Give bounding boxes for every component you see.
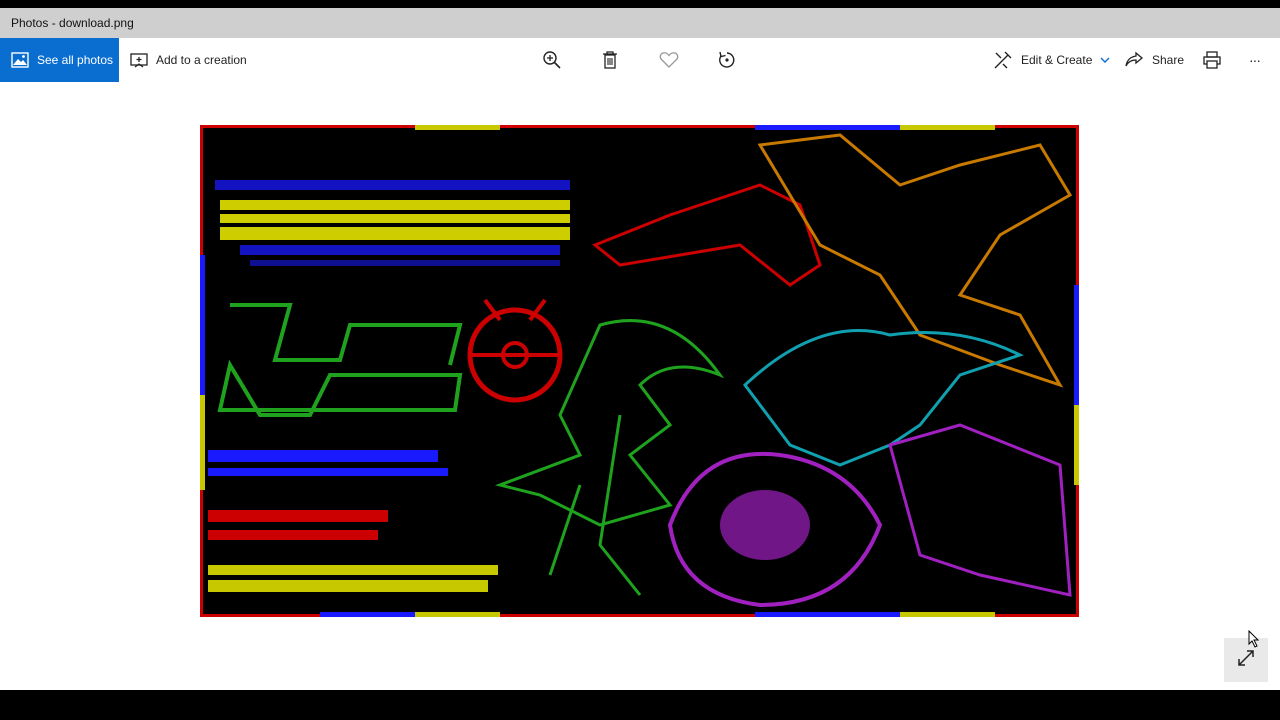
edit-create-icon xyxy=(993,50,1013,70)
edit-create-label: Edit & Create xyxy=(1021,53,1093,67)
window-title: Photos - download.png xyxy=(11,16,134,30)
taskbar-strip xyxy=(0,690,1280,720)
expand-button[interactable] xyxy=(1224,638,1268,682)
zoom-in-icon[interactable] xyxy=(540,48,564,72)
rotate-icon[interactable] xyxy=(715,48,739,72)
more-options-button[interactable]: ··· xyxy=(1249,38,1261,82)
edit-create-button[interactable]: Edit & Create xyxy=(993,38,1110,82)
share-label: Share xyxy=(1152,53,1185,67)
toolbar: See all photos Add to a creation Edit & … xyxy=(0,38,1280,82)
add-creation-icon xyxy=(130,52,148,68)
see-all-photos-label: See all photos xyxy=(37,53,114,67)
add-to-creation-label: Add to a creation xyxy=(156,53,247,67)
chevron-down-icon xyxy=(1100,57,1110,63)
mouse-cursor-icon xyxy=(1248,629,1260,653)
share-icon xyxy=(1124,51,1144,69)
photo-artwork xyxy=(200,125,1079,617)
more-label: ··· xyxy=(1249,52,1261,68)
trash-icon[interactable] xyxy=(598,48,622,72)
heart-icon[interactable] xyxy=(657,48,681,72)
share-button[interactable]: Share xyxy=(1124,38,1184,82)
print-icon[interactable] xyxy=(1200,48,1224,72)
window-titlebar: Photos - download.png xyxy=(0,8,1280,38)
photos-app: See all photos Add to a creation Edit & … xyxy=(0,38,1280,690)
add-to-creation-button[interactable]: Add to a creation xyxy=(130,38,247,82)
see-all-photos-button[interactable]: See all photos xyxy=(0,38,119,82)
photo-image xyxy=(200,125,1079,617)
photos-icon xyxy=(11,51,29,69)
